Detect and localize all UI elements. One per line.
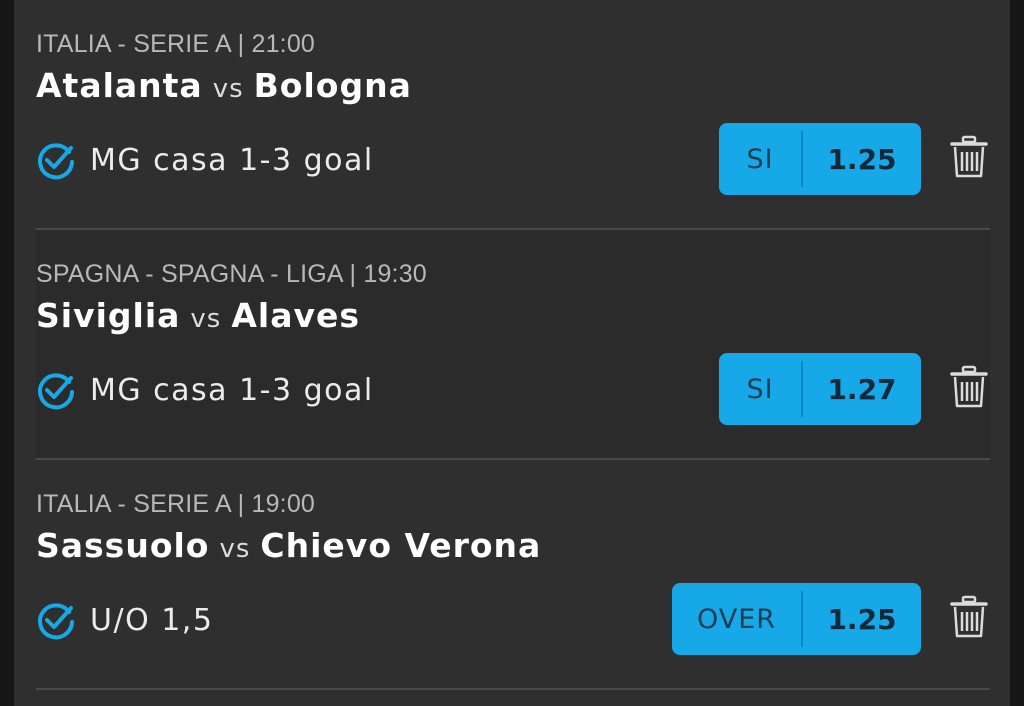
bet-item: SPAGNA - SPAGNA - LIGA | 19:30 Siviglia v…	[36, 230, 990, 460]
bet-slip-panel: ITALIA - SERIE A | 21:00 Atalanta vs Bolog…	[14, 0, 1010, 706]
market-label: U/O 1,5	[90, 602, 214, 638]
bet-item: ITALIA - SERIE A | 19:00 Sassuolo vs Chiev…	[36, 460, 990, 690]
pick-label: SI	[746, 143, 774, 175]
league-time: ITALIA - SERIE A | 19:00	[36, 490, 316, 518]
odds-value: 1.27	[827, 372, 897, 406]
odds-value: 1.25	[827, 142, 897, 176]
selection-row: MG casa 1-3 goal	[36, 138, 374, 182]
selection-row: U/O 1,5	[36, 598, 213, 642]
trash-icon[interactable]	[950, 135, 988, 179]
vs-label: vs	[190, 304, 222, 334]
trash-icon[interactable]	[950, 365, 988, 409]
match-title: Siviglia vs Alaves	[36, 296, 360, 335]
divider	[36, 688, 990, 690]
market-label: MG casa 1-3 goal	[90, 142, 374, 178]
away-team: Bologna	[253, 66, 412, 105]
trash-icon[interactable]	[950, 595, 988, 639]
check-circle-icon	[38, 603, 74, 640]
match-title: Atalanta vs Bologna	[36, 66, 412, 105]
vs-label: vs	[212, 74, 244, 104]
bet-item: ITALIA - SERIE A | 21:00 Atalanta vs Bolog…	[36, 0, 990, 230]
home-team: Atalanta	[36, 66, 203, 105]
pick-label: OVER	[696, 603, 777, 635]
league-time: SPAGNA - SPAGNA - LIGA | 19:30	[36, 260, 427, 288]
match-title: Sassuolo vs Chievo Verona	[36, 526, 541, 565]
pick-label: SI	[746, 373, 774, 405]
home-team: Sassuolo	[36, 526, 210, 565]
check-circle-icon	[38, 143, 74, 180]
away-team: Chievo Verona	[260, 526, 542, 565]
odds-button[interactable]: OVER 1.25	[672, 583, 921, 655]
market-label: MG casa 1-3 goal	[90, 372, 374, 408]
vs-label: vs	[219, 534, 251, 564]
odds-button[interactable]: SI 1.27	[719, 353, 921, 425]
odds-button[interactable]: SI 1.25	[719, 123, 921, 195]
away-team: Alaves	[231, 296, 361, 335]
odds-value: 1.25	[827, 602, 897, 636]
league-time: ITALIA - SERIE A | 21:00	[36, 30, 316, 58]
check-circle-icon	[38, 373, 74, 410]
home-team: Siviglia	[36, 296, 181, 335]
selection-row: MG casa 1-3 goal	[36, 368, 374, 412]
